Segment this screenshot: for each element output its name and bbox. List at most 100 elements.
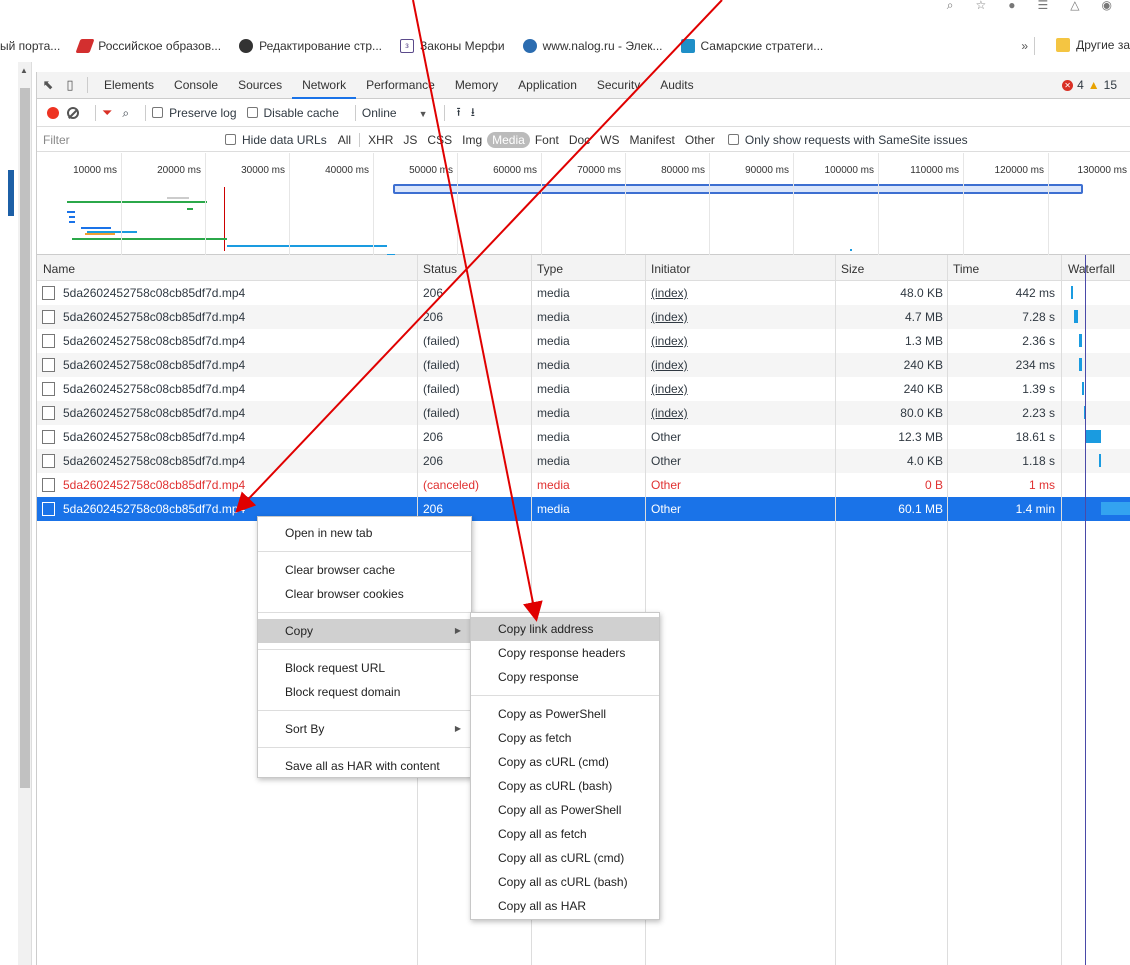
table-row[interactable]: 5da2602452758c08cb85df7d.mp4 206 media Othe… [37, 425, 1130, 449]
menu-item-copy-all-as-curl-cmd[interactable]: Copy all as cURL (cmd) [471, 846, 659, 870]
menu-item-copy-as-fetch[interactable]: Copy as fetch [471, 726, 659, 750]
search-icon[interactable]: ⌕ [122, 106, 129, 121]
tab-memory[interactable]: Memory [445, 72, 508, 99]
table-row[interactable]: 5da2602452758c08cb85df7d.mp4 (canceled) me… [37, 473, 1130, 497]
bookmarks-more-button[interactable]: » [1021, 39, 1028, 53]
table-row[interactable]: 5da2602452758c08cb85df7d.mp4 (failed) medi… [37, 377, 1130, 401]
menu-item-block-url[interactable]: Block request URL [258, 656, 471, 680]
menu-icon[interactable]: ☰ [1038, 0, 1049, 12]
menu-item-clear-cookies[interactable]: Clear browser cookies [258, 582, 471, 606]
tab-console[interactable]: Console [164, 72, 228, 99]
filter-type-manifest[interactable]: Manifest [625, 132, 680, 148]
export-har-icon[interactable]: ⭳ [471, 103, 475, 124]
bookmark-item-1[interactable]: ый порта... [0, 39, 60, 53]
menu-item-copy-all-as-fetch[interactable]: Copy all as fetch [471, 822, 659, 846]
bookmark-item-2[interactable]: Российское образов... [75, 39, 221, 53]
menu-item-copy-as-curl-cmd[interactable]: Copy as cURL (cmd) [471, 750, 659, 774]
preserve-log-checkbox[interactable]: Preserve log [152, 106, 237, 120]
filter-input[interactable]: Filter [37, 133, 225, 147]
throttling-select[interactable]: Online ▼ [362, 106, 438, 120]
table-row[interactable]: 5da2602452758c08cb85df7d.mp4 206 media (ind… [37, 281, 1130, 305]
bookmark-item-4[interactable]: з Законы Мерфи [400, 39, 505, 53]
clear-icon[interactable] [67, 107, 79, 119]
menu-item-copy-all-as-curl-bash[interactable]: Copy all as cURL (bash) [471, 870, 659, 894]
menu-item-copy-response-headers[interactable]: Copy response headers [471, 641, 659, 665]
cell-initiator[interactable]: (index) [651, 334, 688, 348]
cell-initiator[interactable]: (index) [651, 310, 688, 324]
filter-type-xhr[interactable]: XHR [363, 132, 398, 148]
notification-icon[interactable]: △ [1070, 0, 1079, 12]
table-row[interactable]: 5da2602452758c08cb85df7d.mp4 206 media Othe… [37, 449, 1130, 473]
bookmark-item-5[interactable]: www.nalog.ru - Элек... [522, 39, 663, 53]
tab-application[interactable]: Application [508, 72, 587, 99]
filter-type-other[interactable]: Other [680, 132, 720, 148]
tab-audits[interactable]: Audits [650, 72, 703, 99]
tab-elements[interactable]: Elements [94, 72, 164, 99]
menu-item-copy-all-as-powershell[interactable]: Copy all as PowerShell [471, 798, 659, 822]
menu-item-copy-as-curl-bash[interactable]: Copy as cURL (bash) [471, 774, 659, 798]
column-header-status[interactable]: Status [423, 262, 457, 276]
column-header-initiator[interactable]: Initiator [651, 262, 690, 276]
tab-sources[interactable]: Sources [228, 72, 292, 99]
menu-item-copy-all-as-har[interactable]: Copy all as HAR [471, 894, 659, 918]
tab-security[interactable]: Security [587, 72, 650, 99]
menu-item-copy-as-powershell[interactable]: Copy as PowerShell [471, 702, 659, 726]
profile-icon[interactable]: ◉ [1102, 0, 1112, 12]
filter-type-img[interactable]: Img [457, 132, 487, 148]
filter-type-css[interactable]: CSS [422, 132, 457, 148]
cell-initiator[interactable]: (index) [651, 286, 688, 300]
tab-performance[interactable]: Performance [356, 72, 445, 99]
device-toolbar-icon[interactable]: ▯ [59, 77, 81, 93]
cell-initiator[interactable]: (index) [651, 382, 688, 396]
bookmark-item-3[interactable]: Редактирование стр... [239, 39, 382, 53]
column-header-type[interactable]: Type [537, 262, 563, 276]
table-row[interactable]: 5da2602452758c08cb85df7d.mp4 (failed) medi… [37, 329, 1130, 353]
table-row[interactable]: 5da2602452758c08cb85df7d.mp4 206 media Othe… [37, 497, 1130, 521]
checkbox-box[interactable] [727, 133, 739, 145]
tab-network[interactable]: Network [292, 72, 357, 99]
column-header-time[interactable]: Time [953, 262, 979, 276]
inspect-element-icon[interactable]: ⬉ [37, 77, 59, 93]
menu-item-copy-response[interactable]: Copy response [471, 665, 659, 689]
cell-initiator[interactable]: (index) [651, 406, 688, 420]
filter-icon[interactable]: ⏷ [102, 105, 112, 121]
network-overview-timeline[interactable]: 10000 ms 20000 ms 30000 ms 40000 ms 50000 ms… [37, 153, 1130, 256]
hide-data-urls-checkbox[interactable]: Hide data URLs [225, 133, 327, 147]
samesite-checkbox[interactable]: Only show requests with SameSite issues [727, 133, 968, 147]
filter-type-font[interactable]: Font [530, 132, 564, 148]
menu-item-copy[interactable]: Copy ▶ [258, 619, 471, 643]
extension-icon[interactable]: ● [1008, 0, 1015, 12]
filter-type-ws[interactable]: WS [595, 132, 624, 148]
checkbox-box[interactable] [225, 133, 236, 145]
cell-initiator[interactable]: (index) [651, 358, 688, 372]
menu-item-open-new-tab[interactable]: Open in new tab [258, 521, 471, 545]
menu-item-block-domain[interactable]: Block request domain [258, 680, 471, 704]
page-scrollbar-thumb[interactable] [20, 88, 30, 788]
menu-item-copy-link-address[interactable]: Copy link address [471, 617, 659, 641]
checkbox-box[interactable] [152, 107, 164, 118]
scroll-up-arrow-icon[interactable]: ▲ [20, 66, 28, 75]
table-row[interactable]: 5da2602452758c08cb85df7d.mp4 (failed) medi… [37, 401, 1130, 425]
filter-type-doc[interactable]: Doc [564, 132, 595, 148]
bookmark-other-folder[interactable]: Другие за [1056, 38, 1130, 52]
checkbox-box[interactable] [246, 107, 258, 118]
column-header-size[interactable]: Size [841, 262, 864, 276]
menu-item-clear-cache[interactable]: Clear browser cache [258, 558, 471, 582]
table-row[interactable]: 5da2602452758c08cb85df7d.mp4 206 media (ind… [37, 305, 1130, 329]
filter-type-all[interactable]: All [333, 132, 356, 148]
filter-type-media[interactable]: Media [487, 131, 530, 148]
column-header-waterfall[interactable]: Waterfall [1068, 262, 1115, 276]
issues-counter[interactable]: ✕ 4 ▲ 15 [1062, 78, 1117, 92]
menu-item-save-har[interactable]: Save all as HAR with content [258, 754, 471, 778]
overview-selection-window[interactable] [393, 184, 1083, 194]
column-header-name[interactable]: Name [43, 262, 75, 276]
table-row[interactable]: 5da2602452758c08cb85df7d.mp4 (failed) medi… [37, 353, 1130, 377]
filter-type-js[interactable]: JS [398, 132, 422, 148]
menu-item-sort-by[interactable]: Sort By ▶ [258, 717, 471, 741]
bookmark-item-6[interactable]: Самарские стратеги... [680, 39, 823, 53]
import-har-icon[interactable]: ⭱ [457, 103, 461, 124]
disable-cache-checkbox[interactable]: Disable cache [246, 106, 339, 120]
star-icon[interactable]: ☆ [976, 0, 987, 12]
record-icon[interactable] [47, 107, 59, 119]
search-icon[interactable]: ⌕ [947, 0, 954, 12]
